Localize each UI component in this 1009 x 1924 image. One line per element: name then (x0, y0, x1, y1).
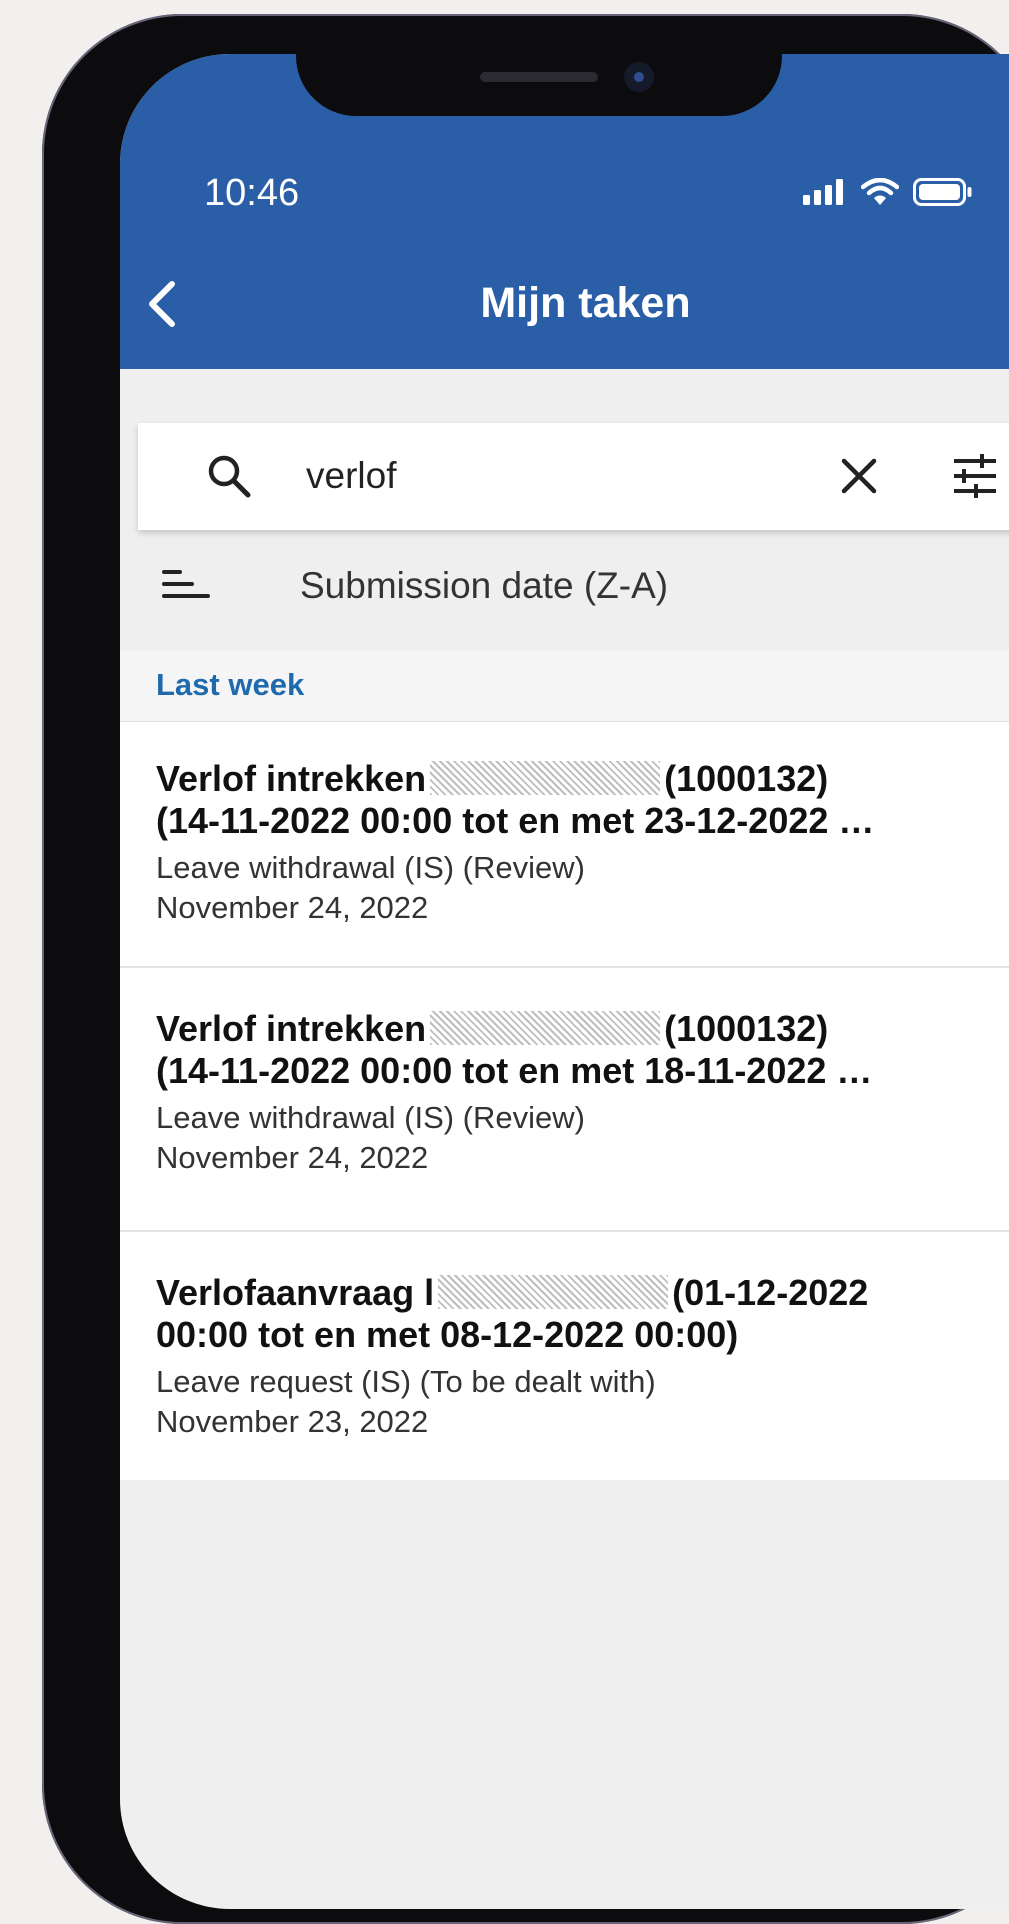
list-item[interactable]: Verlof intrekken (1000132) (14-11-2022 00… (120, 968, 1009, 1232)
item-title: Verlof intrekken (1000132) (14-11-2022 00… (156, 1008, 1009, 1092)
item-title-part2: (1000132) (664, 758, 829, 799)
list-item[interactable]: Verlofaanvraag l (01-12-2022 00:00 tot en… (120, 1232, 1009, 1480)
item-date: November 23, 2022 (156, 1404, 429, 1439)
sort-icon (162, 570, 210, 598)
search-bar (138, 423, 1009, 530)
item-date: November 24, 2022 (156, 890, 429, 925)
close-icon[interactable] (838, 455, 880, 497)
item-subtitle: Leave withdrawal (IS) (Review) (156, 850, 585, 885)
battery-icon (913, 178, 972, 206)
item-title-line2: 00:00 tot en met 08-12-2022 00:00) (156, 1314, 739, 1355)
search-icon (208, 455, 251, 498)
wifi-icon (861, 178, 899, 205)
page-title: Mijn taken (480, 279, 691, 327)
app-screen: 10:46 Mijn taken verlof Submission date … (120, 54, 1009, 1909)
item-title-line2: (14-11-2022 00:00 tot en met 23-12-2022 … (156, 800, 875, 841)
phone-speaker (480, 72, 598, 82)
item-title-part2: (01-12-2022 (672, 1272, 869, 1313)
list-item[interactable]: Verlof intrekken (1000132) (14-11-2022 00… (120, 722, 1009, 968)
task-list: Verlof intrekken (1000132) (14-11-2022 00… (120, 722, 1009, 1480)
status-icons (803, 172, 973, 212)
sort-row[interactable]: Submission date (Z-A) (120, 544, 1009, 628)
item-subtitle: Leave withdrawal (IS) (Review) (156, 1100, 585, 1135)
item-title-part1: Verlof intrekken (156, 1008, 427, 1049)
phone-camera (624, 62, 654, 92)
item-title-part1: Verlofaanvraag l (156, 1272, 435, 1313)
item-title: Verlof intrekken (1000132) (14-11-2022 00… (156, 758, 1009, 842)
section-header: Last week (120, 651, 1009, 722)
redacted-name (430, 761, 661, 795)
sort-label: Submission date (Z-A) (300, 565, 669, 606)
section-label: Last week (156, 667, 305, 702)
item-title-line2: (14-11-2022 00:00 tot en met 18-11-2022 … (156, 1050, 873, 1091)
redacted-name (430, 1011, 661, 1045)
item-title-part1: Verlof intrekken (156, 758, 427, 799)
signal-icon (803, 179, 843, 205)
status-time: 10:46 (204, 172, 300, 214)
redacted-name (438, 1275, 669, 1309)
item-title: Verlofaanvraag l (01-12-2022 00:00 tot en… (156, 1272, 1009, 1356)
item-subtitle: Leave request (IS) (To be dealt with) (156, 1364, 656, 1399)
item-title-part2: (1000132) (664, 1008, 829, 1049)
search-input[interactable] (306, 449, 806, 503)
item-date: November 24, 2022 (156, 1140, 429, 1175)
filter-sliders-icon[interactable] (950, 453, 1000, 499)
phone-frame: 10:46 Mijn taken verlof Submission date … (42, 14, 1009, 1924)
